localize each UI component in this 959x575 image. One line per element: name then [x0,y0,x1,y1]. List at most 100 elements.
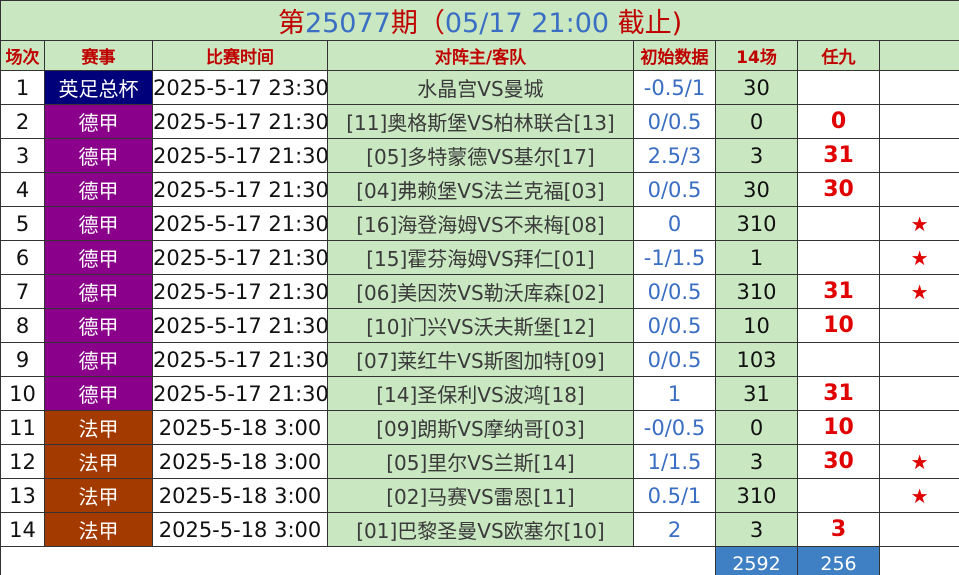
row-index: 8 [1,309,45,343]
totals-row: 2592256 [1,547,959,575]
lottery-table: 第25077期（05/17 21:00 截止) 场次 赛事 比赛时间 对阵主/客… [0,0,959,575]
pick-14: 0 [716,411,798,445]
pick-r9 [798,343,880,377]
pick-14: 10 [716,309,798,343]
pick-r9: 10 [798,309,880,343]
initial-odds: 2 [634,513,716,547]
match-time: 2025-5-17 21:30 [153,139,328,173]
match-teams: [09]朗斯VS摩纳哥[03] [328,411,634,445]
match-time: 2025-5-17 21:30 [153,105,328,139]
initial-odds: 0 [634,207,716,241]
match-teams: [11]奥格斯堡VS柏林联合[13] [328,105,634,139]
match-time: 2025-5-17 21:30 [153,309,328,343]
pick-r9: 10 [798,411,880,445]
row-index: 11 [1,411,45,445]
header-odds: 初始数据 [634,41,716,71]
page-title: 第25077期（05/17 21:00 截止) [1,1,959,41]
header-r9: 任九 [798,41,880,71]
pick-14: 1 [716,241,798,275]
total-14: 2592 [716,547,798,575]
table-row: 5德甲2025-5-17 21:30[16]海登海姆VS不来梅[08]0310★ [1,207,959,241]
initial-odds: 0/0.5 [634,105,716,139]
pick-14: 3 [716,445,798,479]
title-prefix: 第 [278,8,305,39]
footer-blank [1,547,716,575]
row-index: 3 [1,139,45,173]
league-cell: 德甲 [45,139,153,173]
star-icon [880,377,959,411]
pick-r9 [798,207,880,241]
match-teams: [06]美因茨VS勒沃库森[02] [328,275,634,309]
initial-odds: 0.5/1 [634,479,716,513]
table-row: 7德甲2025-5-17 21:30[06]美因茨VS勒沃库森[02]0/0.5… [1,275,959,309]
star-icon [880,173,959,207]
match-time: 2025-5-18 3:00 [153,411,328,445]
row-index: 7 [1,275,45,309]
row-index: 14 [1,513,45,547]
match-teams: [14]圣保利VS波鸿[18] [328,377,634,411]
match-time: 2025-5-17 21:30 [153,377,328,411]
row-index: 4 [1,173,45,207]
row-index: 1 [1,71,45,105]
initial-odds: 1 [634,377,716,411]
footer-blank-end [880,547,959,575]
issue-number: 25077 [305,8,391,39]
league-cell: 德甲 [45,343,153,377]
table-row: 1英足总杯2025-5-17 23:30水晶宫VS曼城-0.5/130 [1,71,959,105]
star-icon [880,105,959,139]
star-icon: ★ [880,241,959,275]
match-teams: [07]莱红牛VS斯图加特[09] [328,343,634,377]
league-cell: 法甲 [45,513,153,547]
initial-odds: -0/0.5 [634,411,716,445]
header-14: 14场 [716,41,798,71]
pick-14: 30 [716,173,798,207]
initial-odds: -1/1.5 [634,241,716,275]
star-icon: ★ [880,479,959,513]
star-icon [880,343,959,377]
star-icon: ★ [880,445,959,479]
pick-r9 [798,71,880,105]
match-time: 2025-5-17 21:30 [153,207,328,241]
table-row: 3德甲2025-5-17 21:30[05]多特蒙德VS基尔[17]2.5/33… [1,139,959,173]
header-row: 场次 赛事 比赛时间 对阵主/客队 初始数据 14场 任九 [1,41,959,71]
league-cell: 法甲 [45,479,153,513]
pick-r9: 30 [798,445,880,479]
pick-r9: 31 [798,377,880,411]
match-time: 2025-5-18 3:00 [153,445,328,479]
match-teams: [02]马赛VS雷恩[11] [328,479,634,513]
initial-odds: 0/0.5 [634,275,716,309]
table-row: 6德甲2025-5-17 21:30[15]霍芬海姆VS拜仁[01]-1/1.5… [1,241,959,275]
match-time: 2025-5-18 3:00 [153,513,328,547]
match-teams: 水晶宫VS曼城 [328,71,634,105]
league-cell: 德甲 [45,207,153,241]
star-icon: ★ [880,275,959,309]
initial-odds: 0/0.5 [634,173,716,207]
table-row: 13法甲2025-5-18 3:00[02]马赛VS雷恩[11]0.5/1310… [1,479,959,513]
row-index: 12 [1,445,45,479]
match-time: 2025-5-17 21:30 [153,173,328,207]
match-time: 2025-5-17 21:30 [153,275,328,309]
match-time: 2025-5-18 3:00 [153,479,328,513]
league-cell: 德甲 [45,377,153,411]
star-icon [880,411,959,445]
total-r9: 256 [798,547,880,575]
pick-r9 [798,479,880,513]
table-row: 4德甲2025-5-17 21:30[04]弗赖堡VS法兰克福[03]0/0.5… [1,173,959,207]
row-index: 5 [1,207,45,241]
row-index: 6 [1,241,45,275]
pick-14: 103 [716,343,798,377]
pick-14: 3 [716,513,798,547]
league-cell: 德甲 [45,241,153,275]
match-time: 2025-5-17 21:30 [153,241,328,275]
league-cell: 德甲 [45,309,153,343]
pick-14: 3 [716,139,798,173]
initial-odds: -0.5/1 [634,71,716,105]
deadline-date: 05/17 21:00 [445,8,609,39]
league-cell: 德甲 [45,173,153,207]
match-time: 2025-5-17 23:30 [153,71,328,105]
title-end: 截止) [609,8,682,39]
row-index: 13 [1,479,45,513]
row-index: 10 [1,377,45,411]
initial-odds: 0/0.5 [634,309,716,343]
league-cell: 法甲 [45,411,153,445]
